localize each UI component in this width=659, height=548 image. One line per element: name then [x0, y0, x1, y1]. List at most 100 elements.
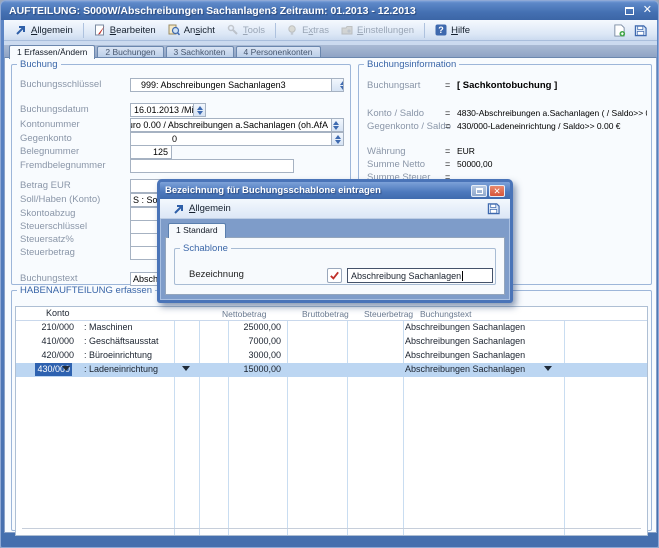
spinner-control[interactable]	[193, 104, 205, 116]
kontonummer-combo[interactable]: 4830: Euro 0.00 / Abschreibungen a.Sacha…	[130, 118, 344, 132]
buchungsdatum-label: Buchungsdatum	[20, 104, 89, 115]
spinner-control[interactable]	[331, 133, 343, 145]
menu-item-extras[interactable]: Extras	[281, 22, 334, 38]
kontonummer-label: Kontonummer	[20, 119, 80, 130]
dialog-restore-icon[interactable]	[471, 185, 487, 197]
help-icon: ?	[435, 24, 447, 36]
new-document-icon[interactable]	[613, 24, 626, 37]
buchung-legend: Buchung	[17, 59, 61, 70]
gegenkonto-combo[interactable]: 0	[130, 132, 344, 146]
menu-item-allgemein[interactable]: Allgemein	[10, 22, 78, 38]
equals-symbol: =	[445, 80, 450, 90]
menu-separator	[424, 23, 425, 38]
buchungsschluessel-combo[interactable]: 999: Abschreibungen Sachanlagen3	[130, 78, 344, 92]
steuerbetrag-label: Steuerbetrag	[20, 247, 75, 258]
skontoabzug-label: Skontoabzug	[20, 208, 75, 219]
aufteilung-table: Konto Nettobetrag Bruttobetrag Steuerbet…	[15, 306, 648, 536]
spinner-control[interactable]	[331, 79, 343, 91]
menu-item-hilfe[interactable]: ? Hilfe	[430, 22, 475, 38]
check-icon	[329, 270, 340, 281]
steuerbetrag-column-header: Steuerbetrag	[364, 309, 413, 319]
restore-icon[interactable]	[625, 7, 634, 15]
app-window: AUFTEILUNG: S000W/Abschreibungen Sachanl…	[0, 0, 659, 548]
buchungsart-value: [ Sachkontobuchung ]	[457, 80, 647, 91]
waehrung-value: EUR	[457, 146, 647, 156]
steuerschluessel-label: Steuerschlüssel	[20, 221, 87, 232]
menu-item-einstellungen[interactable]: Einstellungen	[336, 22, 419, 38]
konto-column-header: Konto	[46, 308, 70, 318]
bezeichnung-label: Bezeichnung	[189, 269, 244, 280]
dropdown-arrow-icon[interactable]	[182, 366, 190, 375]
konto-saldo-value: 4830-Abschreibungen a.Sachanlagen ( / Sa…	[457, 108, 647, 118]
equals-symbol: =	[445, 159, 450, 169]
menu-separator	[83, 23, 84, 38]
tab-erfassen-aendern[interactable]: 1 Erfassen/Ändern	[9, 45, 95, 59]
menu-separator	[275, 23, 276, 38]
belegnummer-label: Belegnummer	[20, 146, 79, 157]
close-icon[interactable]: ✕	[643, 5, 652, 16]
dialog-menu-item-allgemein[interactable]: Allgemein	[168, 201, 236, 217]
summe-netto-label: Summe Netto	[367, 159, 425, 170]
waehrung-label: Währung	[367, 146, 406, 157]
buchungstext-cell: Abschreibungen Sachanlagen	[405, 322, 525, 332]
dialog-close-icon[interactable]: ✕	[489, 185, 505, 197]
buchungsschluessel-label: Buchungsschlüssel	[20, 79, 101, 90]
buchungstext-cell: Abschreibungen Sachanlagen	[405, 364, 525, 374]
equals-symbol: =	[445, 108, 450, 118]
fremdbelegnummer-label: Fremdbelegnummer	[20, 160, 106, 171]
table-row[interactable]: 210/000 : Maschinen 25000,00 Abschreibun…	[16, 321, 647, 335]
spinner-control[interactable]	[331, 119, 343, 131]
summe-netto-value: 50000,00	[457, 159, 647, 169]
belegnummer-value: 125	[153, 147, 171, 157]
equals-symbol: =	[445, 121, 450, 131]
konto-saldo-label: Konto / Saldo	[367, 108, 424, 119]
dialog-title: Bezeichnung für Buchungsschablone eintra…	[165, 185, 381, 196]
fremdbelegnummer-field[interactable]	[130, 159, 294, 173]
window-title: AUFTEILUNG: S000W/Abschreibungen Sachanl…	[9, 5, 416, 17]
kontoname-cell: : Büroeinrichtung	[84, 350, 152, 360]
svg-text:?: ?	[438, 25, 444, 35]
dropdown-arrow-icon[interactable]	[62, 366, 70, 375]
steuersatz-label: Steuersatz%	[20, 234, 74, 245]
nettobetrag-cell: 25000,00	[201, 322, 281, 332]
confirm-button[interactable]	[327, 268, 342, 283]
nettobetrag-cell: 7000,00	[201, 336, 281, 346]
nettobetrag-cell: 15000,00	[201, 364, 281, 374]
dialog-save-icon[interactable]	[487, 202, 500, 215]
wrench-icon	[227, 24, 239, 36]
kontoname-cell: : Ladeneinrichtung	[84, 364, 158, 374]
table-row[interactable]: 420/000 : Büroeinrichtung 3000,00 Abschr…	[16, 349, 647, 363]
konto-cell: 210/000	[28, 322, 74, 332]
buchungstext-label: Buchungstext	[20, 273, 78, 284]
settings-folder-icon	[341, 24, 353, 36]
dropdown-arrow-icon[interactable]	[544, 366, 552, 375]
menu-item-bearbeiten[interactable]: Bearbeiten	[89, 22, 161, 38]
table-row-selected[interactable]: 430/000 : Ladeneinrichtung 15000,00 Absc…	[16, 363, 647, 377]
habenaufteilung-legend: HABENAUFTEILUNG erfassen	[17, 285, 155, 296]
dialog-content-panel: Schablone Bezeichnung Abschreibung Sacha…	[165, 237, 505, 295]
text-caret	[462, 271, 463, 281]
nettobetrag-column-header: Nettobetrag	[222, 309, 266, 319]
dialog-menubar: Allgemein	[160, 199, 510, 219]
titlebar: AUFTEILUNG: S000W/Abschreibungen Sachanl…	[1, 1, 659, 20]
edit-document-icon	[94, 24, 106, 36]
table-row[interactable]: 410/000 : Geschäftsausstat 7000,00 Absch…	[16, 335, 647, 349]
equals-symbol: =	[445, 146, 450, 156]
save-icon[interactable]	[634, 24, 647, 37]
buchungstext-column-header: Buchungstext	[420, 309, 472, 319]
arrow-up-right-icon	[15, 24, 27, 36]
bezeichnung-input[interactable]: Abschreibung Sachanlagen	[347, 268, 493, 283]
table-header-row: Konto Nettobetrag Bruttobetrag Steuerbet…	[16, 307, 647, 321]
magnifier-icon	[168, 24, 180, 36]
table-bottom-divider	[22, 528, 641, 529]
kontoname-cell: : Geschäftsausstat	[84, 336, 159, 346]
buchungsdatum-field[interactable]: 16.01.2013 /Mi	[130, 103, 206, 117]
menu-item-ansicht[interactable]: Ansicht	[163, 22, 220, 38]
belegnummer-field[interactable]: 125	[130, 145, 172, 159]
kontoname-cell: : Maschinen	[84, 322, 133, 332]
bruttobetrag-column-header: Bruttobetrag	[302, 309, 349, 319]
menu-item-tools[interactable]: Tools	[222, 22, 270, 38]
habenaufteilung-group: HABENAUFTEILUNG erfassen Konto Nettobetr…	[11, 285, 652, 531]
dialog-tab-standard[interactable]: 1 Standard	[168, 223, 226, 238]
buchungsschluessel-value: 999: Abschreibungen Sachanlagen3	[131, 80, 286, 90]
